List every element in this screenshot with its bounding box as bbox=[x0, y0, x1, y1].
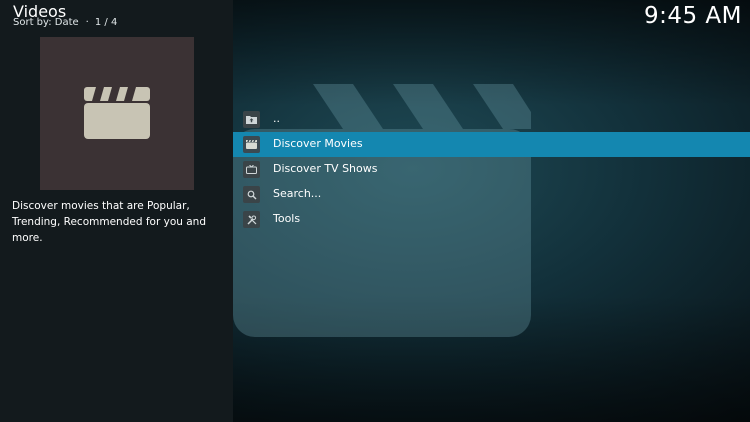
sort-info[interactable]: Sort by: Date · 1 / 4 bbox=[13, 17, 117, 28]
list-item-label: Search... bbox=[273, 187, 322, 200]
folder-up-icon bbox=[243, 111, 260, 128]
list-item-discover-tv-shows[interactable]: Discover TV Shows bbox=[233, 157, 750, 182]
list-item-search[interactable]: Search... bbox=[233, 182, 750, 207]
clapperboard-icon bbox=[84, 87, 150, 139]
clapperboard-icon bbox=[243, 136, 260, 153]
page-count: 1 / 4 bbox=[94, 17, 118, 28]
list-item-label: Tools bbox=[273, 212, 301, 225]
item-description: Discover movies that are Popular, Trendi… bbox=[12, 200, 206, 244]
list-item-tools[interactable]: Tools bbox=[233, 207, 750, 232]
clock: 9:45 AM bbox=[643, 3, 742, 29]
list-item-label: Discover Movies bbox=[273, 137, 363, 150]
list-item-parent[interactable]: .. bbox=[233, 107, 750, 132]
list-item-label: .. bbox=[273, 112, 280, 125]
sort-label: Sort by: Date bbox=[13, 17, 79, 28]
tools-icon bbox=[243, 211, 260, 228]
separator: · bbox=[85, 17, 89, 28]
search-icon bbox=[243, 186, 260, 203]
preview-thumbnail bbox=[40, 37, 194, 190]
list-item-label: Discover TV Shows bbox=[273, 162, 378, 175]
menu-list: .. Discover Movies Discover TV Shows Sea… bbox=[233, 107, 750, 232]
list-item-discover-movies[interactable]: Discover Movies bbox=[233, 132, 750, 157]
tv-icon bbox=[243, 161, 260, 178]
